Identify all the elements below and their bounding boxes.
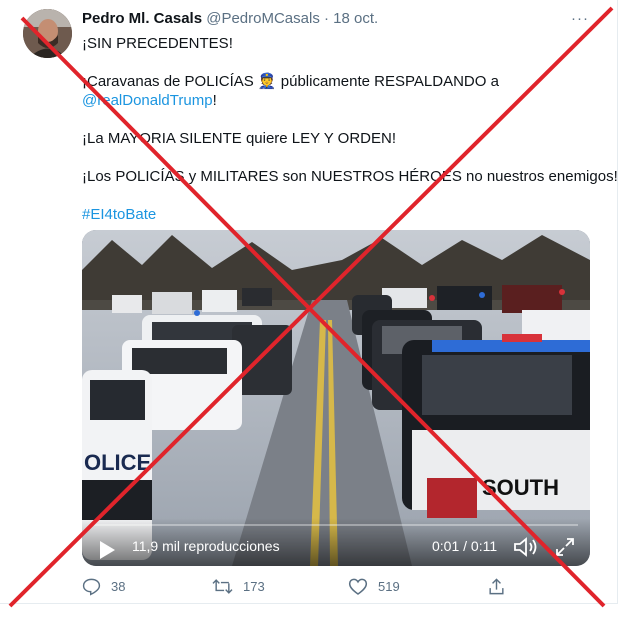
tweet-text: ¡SIN PRECEDENTES! ¡Caravanas de POLICÍAS… [82,34,618,224]
mention-link[interactable]: @realDonaldTrump [82,92,213,109]
tweet-line-2-start: ¡Caravanas de POLICÍAS [82,73,258,90]
tweet-header: Pedro Ml. Casals @PedroMCasals · 18 oct. [82,10,378,27]
like-icon [348,578,368,595]
video-time: 0:01 / 0:11 [432,538,498,554]
tweet-line-3: @realDonaldTrump! [82,91,602,110]
separator: · [324,10,329,27]
like-count: 519 [378,579,400,594]
tweet: Pedro Ml. Casals @PedroMCasals · 18 oct.… [0,0,618,604]
play-icon[interactable] [98,540,116,560]
tweet-date[interactable]: 18 oct. [333,10,378,27]
video-controls: 11,9 mil reproducciones 0:01 / 0:11 [82,518,590,566]
video-frame: SOUTH OLICE [82,230,590,566]
tweet-line-1: ¡SIN PRECEDENTES! [82,35,233,52]
tweet-actions: 38 173 519 [82,577,522,599]
video-progress-bar[interactable] [94,524,578,526]
retweet-icon [212,579,233,594]
reply-count: 38 [111,579,126,594]
view-count: 11,9 mil reproducciones [132,538,280,554]
hashtag-link[interactable]: #EI4toBate [82,205,602,224]
avatar-image [23,9,72,58]
more-options-icon[interactable]: ··· [571,10,589,27]
author-name[interactable]: Pedro Ml. Casals [82,10,202,27]
like-action[interactable]: 519 [348,577,400,596]
author-handle[interactable]: @PedroMCasals [206,10,320,27]
share-action[interactable] [487,577,506,596]
tweet-line-2-end: públicamente RESPALDANDO a [276,73,499,90]
retweet-count: 173 [243,579,265,594]
volume-icon[interactable] [513,536,539,558]
vehicle-door-text: SOUTH [482,475,559,500]
tweet-line-3-end: ! [212,92,217,109]
tweet-line-2: ¡Caravanas de POLICÍAS 👮 públicamente RE… [82,72,602,91]
reply-action[interactable]: 38 [82,577,125,596]
retweet-action[interactable]: 173 [212,577,265,596]
video-player[interactable]: SOUTH OLICE 11,9 mil reproducciones 0:01… [82,230,590,566]
share-icon [489,578,504,595]
police-emoji-icon: 👮 [257,73,277,90]
tweet-line-5: ¡Los POLICÍAS y MILITARES son NUESTROS H… [82,168,618,185]
expand-icon[interactable] [554,536,576,558]
avatar[interactable] [23,9,72,58]
reply-icon [82,578,101,596]
tweet-line-4: ¡La MAYORIA SILENTE quiere LEY Y ORDEN! [82,130,397,147]
car-text-left: OLICE [84,450,151,475]
